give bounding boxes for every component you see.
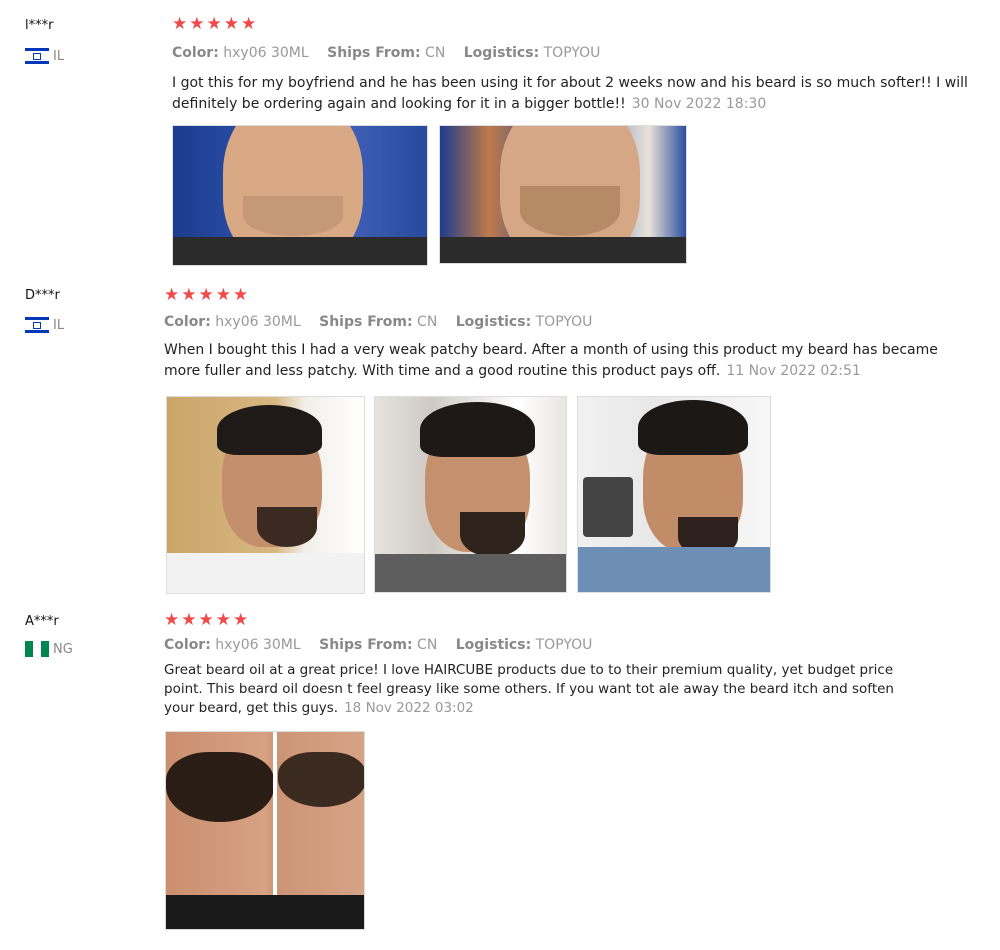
star-rating: ★★★★★ (164, 285, 251, 305)
ships-label: Ships From: (327, 45, 421, 61)
israel-flag-icon (25, 317, 49, 333)
review-date: 18 Nov 2022 03:02 (344, 700, 474, 716)
review-photo[interactable] (577, 396, 771, 593)
review-text: I got this for my boyfriend and he has b… (172, 75, 968, 112)
review-date: 11 Nov 2022 02:51 (726, 363, 861, 379)
reviewer-name: D***r (25, 288, 60, 303)
review-meta: Color: hxy06 30ML Ships From: CN Logisti… (172, 45, 614, 61)
color-value: hxy06 30ML (215, 314, 301, 330)
star-rating: ★★★★★ (164, 610, 251, 630)
ships-label: Ships From: (319, 314, 413, 330)
review-text-block: I got this for my boyfriend and he has b… (172, 73, 982, 115)
review-text-block: Great beard oil at a great price! I love… (164, 661, 904, 718)
logistics-label: Logistics: (455, 637, 532, 653)
review-photo[interactable] (165, 731, 365, 930)
reviewer-country: IL (25, 48, 64, 64)
color-value: hxy06 30ML (223, 45, 309, 61)
star-rating: ★★★★★ (172, 14, 259, 34)
israel-flag-icon (25, 48, 49, 64)
review-photo[interactable] (374, 396, 567, 593)
logistics-value: TOPYOU (535, 314, 593, 330)
review-photo[interactable] (439, 125, 687, 264)
review-meta: Color: hxy06 30ML Ships From: CN Logisti… (164, 314, 606, 330)
reviewer-country: NG (25, 641, 73, 657)
ships-value: CN (425, 45, 446, 61)
nigeria-flag-icon (25, 641, 49, 657)
ships-label: Ships From: (319, 637, 413, 653)
review-text-block: When I bought this I had a very weak pat… (164, 340, 954, 382)
country-code: IL (53, 317, 65, 333)
color-label: Color: (164, 314, 211, 330)
color-label: Color: (172, 45, 219, 61)
country-code: NG (53, 641, 73, 657)
reviewer-country: IL (25, 317, 64, 333)
reviewer-name: A***r (25, 614, 59, 629)
color-value: hxy06 30ML (215, 637, 301, 653)
logistics-value: TOPYOU (543, 45, 601, 61)
logistics-label: Logistics: (455, 314, 532, 330)
review-date: 30 Nov 2022 18:30 (631, 96, 767, 112)
review-meta: Color: hxy06 30ML Ships From: CN Logisti… (164, 637, 606, 653)
reviewer-name: l***r (25, 18, 54, 33)
review-photo[interactable] (166, 396, 365, 594)
logistics-label: Logistics: (463, 45, 540, 61)
color-label: Color: (164, 637, 211, 653)
ships-value: CN (417, 637, 438, 653)
ships-value: CN (417, 314, 438, 330)
review-text: Great beard oil at a great price! I love… (164, 662, 894, 716)
logistics-value: TOPYOU (535, 637, 593, 653)
country-code: IL (53, 48, 65, 64)
review-photo[interactable] (172, 125, 428, 266)
